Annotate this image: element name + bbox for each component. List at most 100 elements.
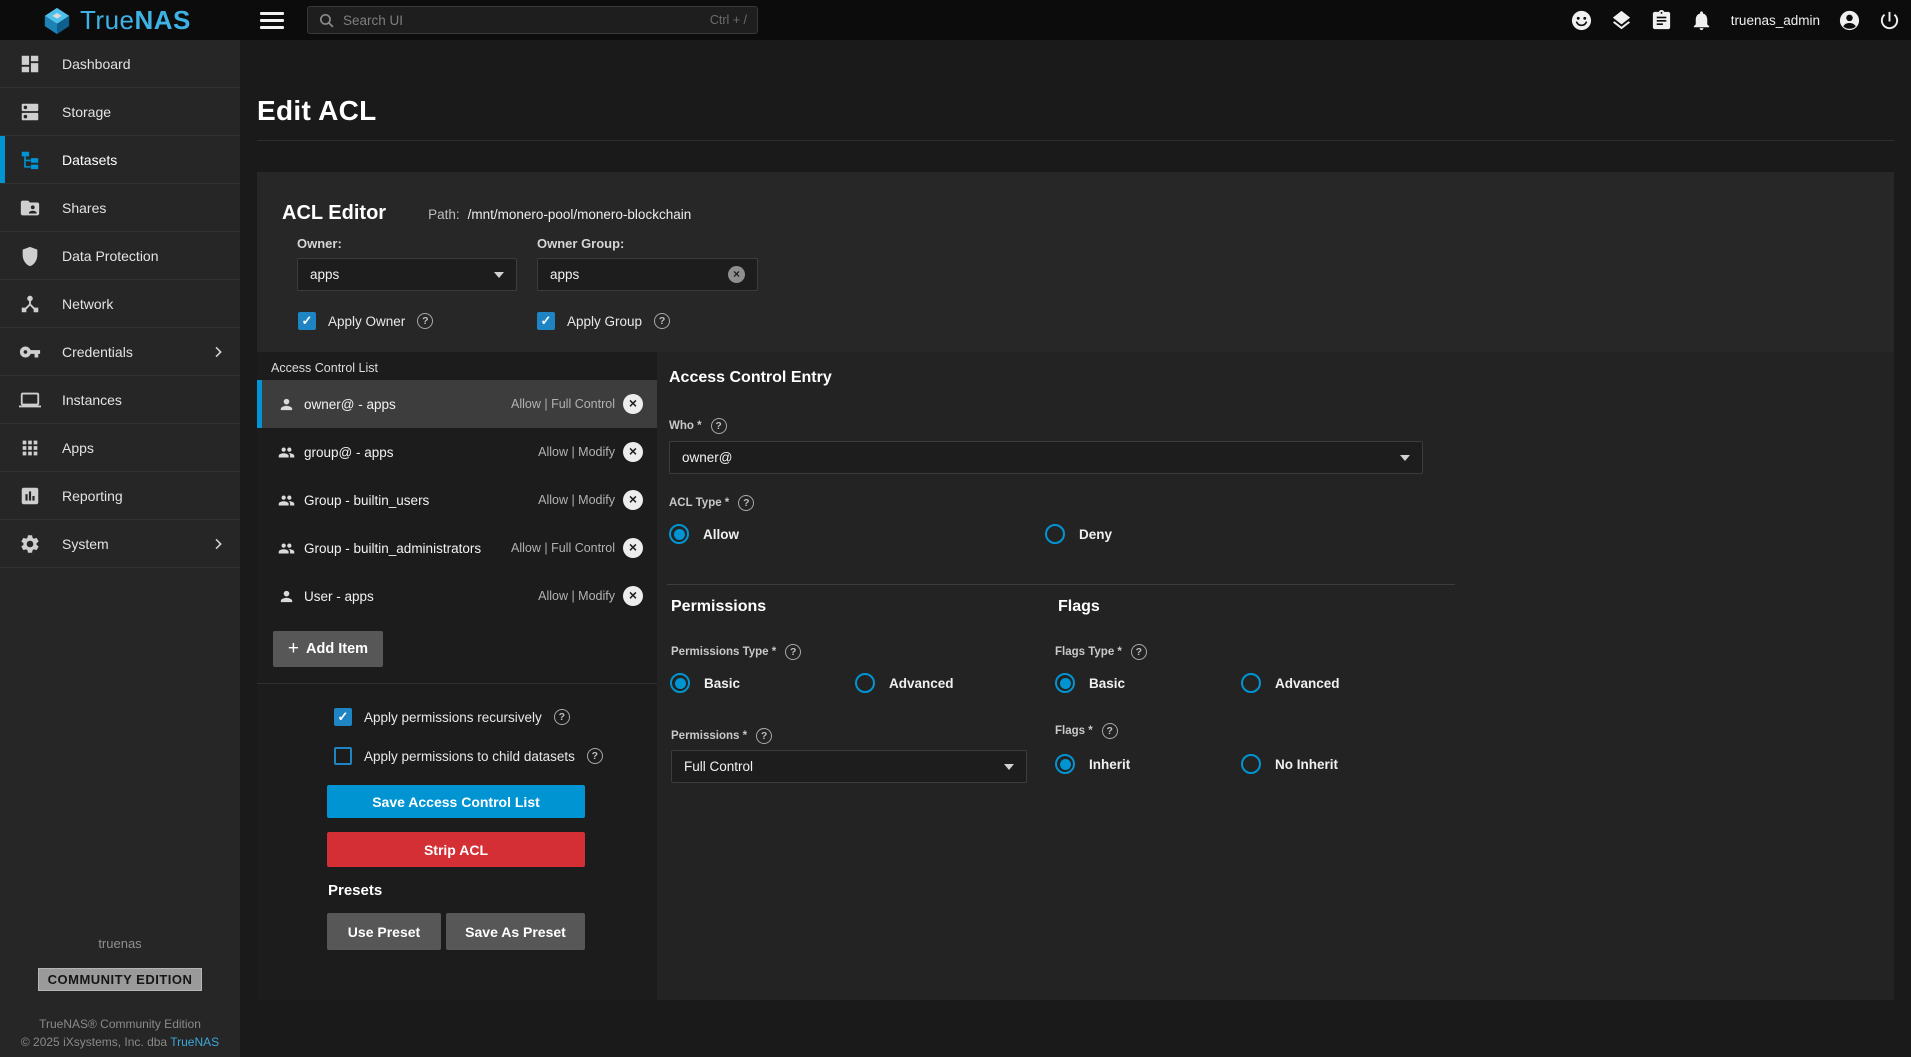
owner-group-input[interactable]: apps × — [537, 258, 758, 291]
flags-basic-radio[interactable] — [1055, 673, 1075, 693]
search-input[interactable] — [343, 13, 710, 28]
save-as-preset-button[interactable]: Save As Preset — [446, 913, 585, 950]
sidebar-item-storage[interactable]: Storage — [0, 88, 240, 136]
help-icon[interactable]: ? — [756, 728, 772, 744]
flags-advanced-radio-option[interactable]: Advanced — [1241, 673, 1340, 693]
inherit-radio[interactable] — [1055, 754, 1075, 774]
chevron-down-icon — [494, 272, 504, 278]
permissions-basic-radio[interactable] — [670, 673, 690, 693]
sidebar-item-label: Reporting — [62, 488, 123, 504]
power-icon[interactable] — [1878, 9, 1901, 32]
remove-entry-icon[interactable]: × — [623, 586, 643, 606]
help-icon[interactable]: ? — [587, 748, 603, 764]
remove-entry-icon[interactable]: × — [623, 538, 643, 558]
remove-entry-icon[interactable]: × — [623, 394, 643, 414]
remove-entry-icon[interactable]: × — [623, 442, 643, 462]
brand-text: TrueNAS — [80, 5, 191, 36]
acl-entry-who: group@ - apps — [304, 445, 394, 460]
remove-entry-icon[interactable]: × — [623, 490, 643, 510]
acl-entry-who: owner@ - apps — [304, 397, 396, 412]
sidebar-item-system[interactable]: System — [0, 520, 240, 568]
topbar-actions: truenas_admin — [1570, 0, 1901, 40]
no-inherit-radio-option[interactable]: No Inherit — [1241, 754, 1338, 774]
storage-icon — [19, 101, 41, 123]
permissions-basic-radio-option[interactable]: Basic — [670, 673, 740, 693]
help-icon[interactable]: ? — [711, 418, 727, 434]
person-icon — [278, 396, 295, 413]
edition-label: TrueNAS® Community Edition — [0, 1017, 240, 1031]
apply-owner-checkbox[interactable]: ✓ — [298, 312, 316, 330]
strip-acl-button[interactable]: Strip ACL — [327, 832, 585, 867]
help-icon[interactable]: ? — [1131, 644, 1147, 660]
acl-editor-card: ACL Editor Path: /mnt/monero-pool/monero… — [257, 172, 1894, 1000]
sidebar-item-instances[interactable]: Instances — [0, 376, 240, 424]
who-select[interactable]: owner@ — [669, 441, 1423, 474]
acl-entry-who: User - apps — [304, 589, 374, 604]
jobs-clipboard-icon[interactable] — [1650, 9, 1673, 32]
help-icon[interactable]: ? — [785, 644, 801, 660]
allow-radio[interactable] — [669, 524, 689, 544]
chevron-down-icon — [1004, 764, 1014, 770]
child-datasets-checkbox[interactable] — [334, 747, 352, 765]
sidebar-item-label: Shares — [62, 200, 106, 216]
group-icon — [278, 540, 295, 557]
owner-select[interactable]: apps — [297, 258, 517, 291]
sidebar-item-data-protection[interactable]: Data Protection — [0, 232, 240, 280]
sidebar-item-label: Instances — [62, 392, 122, 408]
deny-radio-option[interactable]: Deny — [1045, 524, 1112, 544]
no-inherit-radio[interactable] — [1241, 754, 1261, 774]
chevron-down-icon — [1400, 455, 1410, 461]
apply-owner-checkbox-row[interactable]: ✓ Apply Owner ? — [298, 312, 433, 330]
entry-panel-divider — [667, 584, 1455, 585]
recursive-checkbox[interactable]: ✓ — [334, 708, 352, 726]
help-icon[interactable]: ? — [738, 495, 754, 511]
flags-basic-label: Basic — [1089, 676, 1125, 691]
sidebar-item-apps[interactable]: Apps — [0, 424, 240, 472]
acl-entry-row[interactable]: Group - builtin_administrators Allow | F… — [257, 524, 657, 572]
save-acl-button[interactable]: Save Access Control List — [327, 785, 585, 818]
notifications-bell-icon[interactable] — [1690, 9, 1713, 32]
acl-entry-row[interactable]: owner@ - apps Allow | Full Control × — [257, 380, 657, 428]
chevron-right-icon — [210, 344, 226, 360]
allow-radio-option[interactable]: Allow — [669, 524, 739, 544]
shield-icon — [19, 245, 41, 267]
truecommand-layers-icon[interactable] — [1610, 9, 1633, 32]
menu-toggle-icon[interactable] — [260, 9, 284, 31]
feedback-smiley-icon[interactable] — [1570, 9, 1593, 32]
sidebar-item-shares[interactable]: Shares — [0, 184, 240, 232]
sidebar-item-dashboard[interactable]: Dashboard — [0, 40, 240, 88]
dashboard-icon — [19, 53, 41, 75]
search-icon — [318, 12, 335, 29]
sidebar-item-network[interactable]: Network — [0, 280, 240, 328]
help-icon[interactable]: ? — [554, 709, 570, 725]
truenas-logo[interactable]: TrueNAS — [42, 5, 191, 36]
apply-group-checkbox[interactable]: ✓ — [537, 312, 555, 330]
clear-icon[interactable]: × — [728, 266, 745, 283]
help-icon[interactable]: ? — [1102, 723, 1118, 739]
sidebar-item-datasets[interactable]: Datasets — [0, 136, 240, 184]
deny-radio[interactable] — [1045, 524, 1065, 544]
flags-advanced-radio[interactable] — [1241, 673, 1261, 693]
permissions-select-value: Full Control — [684, 759, 1004, 774]
user-account-icon[interactable] — [1838, 9, 1861, 32]
child-datasets-checkbox-row[interactable]: Apply permissions to child datasets ? — [334, 747, 603, 765]
flags-basic-radio-option[interactable]: Basic — [1055, 673, 1125, 693]
add-item-button[interactable]: +Add Item — [273, 631, 383, 667]
permissions-advanced-radio[interactable] — [855, 673, 875, 693]
help-icon[interactable]: ? — [417, 313, 433, 329]
apply-group-checkbox-row[interactable]: ✓ Apply Group ? — [537, 312, 670, 330]
acl-entry-row[interactable]: User - apps Allow | Modify × — [257, 572, 657, 620]
acl-entry-row[interactable]: group@ - apps Allow | Modify × — [257, 428, 657, 476]
recursive-checkbox-row[interactable]: ✓ Apply permissions recursively ? — [334, 708, 570, 726]
permissions-advanced-radio-option[interactable]: Advanced — [855, 673, 954, 693]
use-preset-button[interactable]: Use Preset — [327, 913, 441, 950]
inherit-radio-option[interactable]: Inherit — [1055, 754, 1130, 774]
sidebar-item-credentials[interactable]: Credentials — [0, 328, 240, 376]
flags-type-label: Flags Type *? — [1055, 644, 1147, 660]
acl-entry-access: Allow | Modify — [538, 493, 615, 507]
permissions-select[interactable]: Full Control — [671, 750, 1027, 783]
acl-entry-row[interactable]: Group - builtin_users Allow | Modify × — [257, 476, 657, 524]
sidebar-item-reporting[interactable]: Reporting — [0, 472, 240, 520]
help-icon[interactable]: ? — [654, 313, 670, 329]
truenas-link[interactable]: TrueNAS — [170, 1035, 219, 1049]
